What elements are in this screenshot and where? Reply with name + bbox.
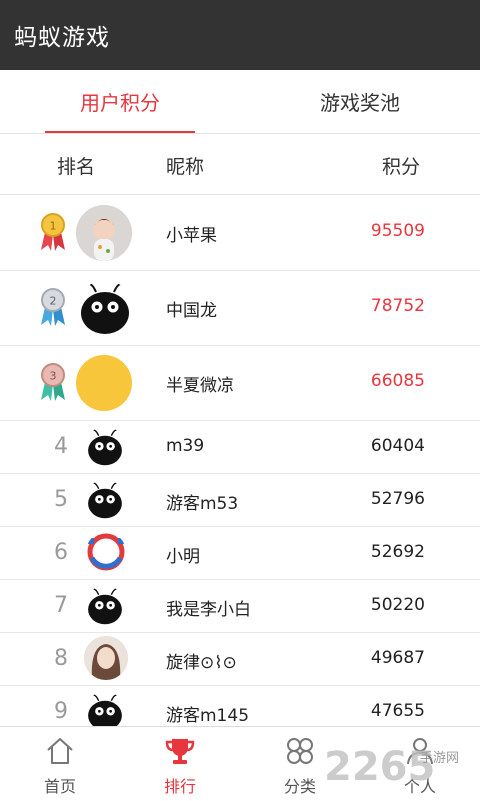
rank-number: 8 xyxy=(54,646,68,671)
ring-icon xyxy=(87,533,125,571)
ant-icon xyxy=(88,588,122,625)
ranking-row[interactable]: 9 游客m145 47655 xyxy=(0,685,480,726)
rank-number: 4 xyxy=(54,434,68,459)
nav-category-label: 分类 xyxy=(283,777,316,796)
svg-text:3: 3 xyxy=(50,370,57,383)
player-name: 中国龙 xyxy=(166,301,217,321)
ranking-row[interactable]: 2 中国龙 78752 xyxy=(0,270,480,346)
gold-medal-icon: 1 xyxy=(41,213,65,251)
category-icon xyxy=(287,738,313,764)
player-score: 50220 xyxy=(370,595,425,615)
watermark-logo: 2265 手游网 xyxy=(324,744,459,790)
ant-avatar[interactable] xyxy=(86,585,124,627)
ranking-list[interactable]: 1 小苹果 95509 2 中国龙 78752 3 半夏微凉 66085 4 m… xyxy=(0,195,480,726)
player-score: 52796 xyxy=(370,489,425,509)
tab-bar: 用户积分 游戏奖池 xyxy=(0,70,480,134)
baby-photo-image xyxy=(76,205,132,261)
column-header-row: 排名 昵称 积分 xyxy=(0,134,480,195)
ant-avatar[interactable] xyxy=(86,426,124,468)
ranking-row[interactable]: 7 我是李小白 50220 xyxy=(0,579,480,633)
column-header-rank: 排名 xyxy=(57,156,96,178)
rank-number: 9 xyxy=(54,699,68,724)
trophy-icon xyxy=(165,739,195,764)
player-name: 小苹果 xyxy=(166,226,217,246)
ring-avatar[interactable] xyxy=(86,532,126,572)
ranking-row[interactable]: 4 m39 60404 xyxy=(0,420,480,474)
player-name: 游客m53 xyxy=(166,494,239,514)
player-score: 47655 xyxy=(370,701,425,721)
nav-home-label: 首页 xyxy=(43,777,76,796)
player-score: 52692 xyxy=(370,542,425,562)
ranking-row[interactable]: 8 旋律⊙⌇⊙ 49687 xyxy=(0,632,480,686)
ant-icon xyxy=(88,482,122,519)
player-score: 66085 xyxy=(370,371,425,391)
player-name: 半夏微凉 xyxy=(166,376,234,396)
player-score: 78752 xyxy=(370,296,425,316)
ranking-row[interactable]: 1 小苹果 95509 xyxy=(0,195,480,271)
app-title: 蚂蚁游戏 xyxy=(14,25,110,51)
column-header-nickname: 昵称 xyxy=(166,156,205,178)
girl-photo-avatar[interactable] xyxy=(84,636,128,680)
player-name: 我是李小白 xyxy=(166,600,251,620)
ranking-row[interactable]: 5 游客m53 52796 xyxy=(0,473,480,527)
player-name: 游客m145 xyxy=(166,706,250,726)
ranking-row[interactable]: 6 小明 52692 xyxy=(0,526,480,580)
silver-medal-icon: 2 xyxy=(41,288,65,326)
yellow-circle-avatar[interactable] xyxy=(76,355,132,411)
nav-home[interactable]: 首页 xyxy=(0,727,120,801)
svg-text:1: 1 xyxy=(50,220,57,233)
nav-ranking-label: 排行 xyxy=(163,777,196,796)
ant-icon xyxy=(88,429,122,466)
column-header-score: 积分 xyxy=(382,156,421,178)
ant-icon xyxy=(88,694,122,726)
player-score: 60404 xyxy=(370,436,425,456)
ant-avatar[interactable] xyxy=(78,280,132,336)
svg-text:2: 2 xyxy=(50,295,57,308)
player-name: 旋律⊙⌇⊙ xyxy=(166,653,237,673)
ant-icon xyxy=(81,282,129,334)
ant-avatar[interactable] xyxy=(86,479,124,521)
player-score: 95509 xyxy=(370,221,425,241)
watermark-subtext: 手游网 xyxy=(420,751,459,766)
player-name: 小明 xyxy=(166,547,200,567)
girl-photo-image xyxy=(84,636,128,680)
player-score: 49687 xyxy=(370,648,425,668)
nav-ranking[interactable]: 排行 xyxy=(120,727,240,801)
ant-avatar[interactable] xyxy=(86,691,124,726)
home-icon xyxy=(47,738,73,764)
player-name: m39 xyxy=(166,436,205,456)
rank-number: 5 xyxy=(54,487,68,512)
app-bar: 蚂蚁游戏 xyxy=(0,0,480,70)
rank-number: 7 xyxy=(54,593,68,618)
tab-user-points[interactable]: 用户积分 xyxy=(0,70,240,133)
baby-photo-avatar[interactable] xyxy=(76,205,132,261)
tab-game-prize-pool[interactable]: 游戏奖池 xyxy=(240,70,480,133)
ranking-row[interactable]: 3 半夏微凉 66085 xyxy=(0,345,480,421)
bronze-medal-icon: 3 xyxy=(41,363,65,401)
rank-number: 6 xyxy=(54,540,68,565)
watermark-number: 2265 xyxy=(324,744,435,790)
